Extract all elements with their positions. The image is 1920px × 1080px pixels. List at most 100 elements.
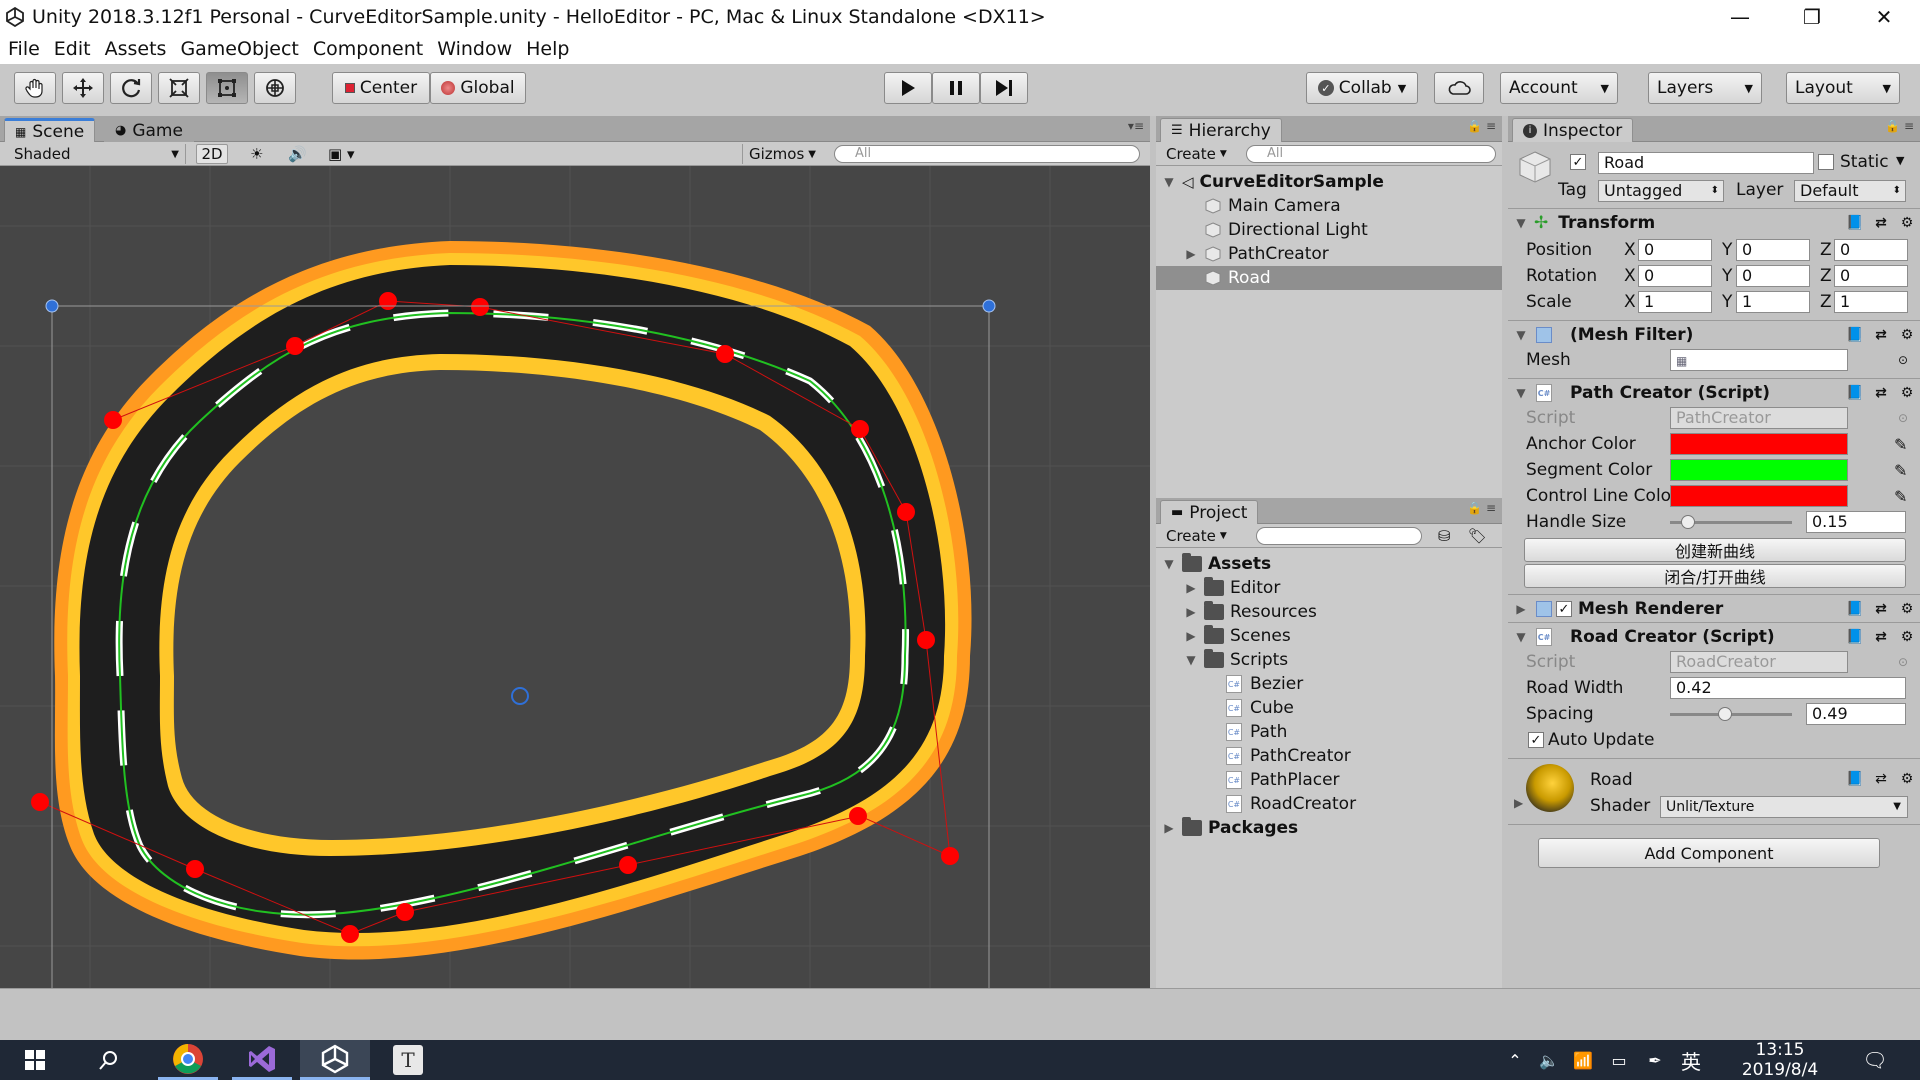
- expand-arrow-icon[interactable]: ▼: [1514, 216, 1528, 230]
- help-book-icon[interactable]: 📘: [1846, 326, 1864, 344]
- ime-indicator[interactable]: 英: [1674, 1040, 1708, 1080]
- rotate-tool-icon[interactable]: [110, 72, 152, 104]
- mesh-renderer-header[interactable]: ▶ ✓ Mesh Renderer 📘 ⇄ ⚙: [1508, 596, 1920, 622]
- tab-hierarchy[interactable]: ☰ Hierarchy: [1160, 118, 1282, 142]
- mesh-renderer-enabled-checkbox[interactable]: ✓: [1556, 601, 1572, 617]
- project-script-path[interactable]: C# Path: [1156, 720, 1502, 744]
- panel-menu-icon[interactable]: ▾≡: [1128, 119, 1144, 133]
- expand-arrow-icon[interactable]: ▶: [1514, 602, 1528, 616]
- menu-file[interactable]: File: [8, 38, 40, 60]
- expand-arrow-icon[interactable]: ▶: [1184, 247, 1198, 261]
- settings-gear-icon[interactable]: ⚙: [1898, 326, 1916, 344]
- text-editor-icon[interactable]: T: [378, 1040, 438, 1080]
- menu-assets[interactable]: Assets: [105, 38, 167, 60]
- layers-dropdown[interactable]: Layers ▼: [1648, 72, 1762, 104]
- help-book-icon[interactable]: 📘: [1846, 628, 1864, 646]
- scale-y-input[interactable]: 1: [1736, 291, 1810, 313]
- help-book-icon[interactable]: 📘: [1846, 770, 1864, 788]
- transform-tool-icon[interactable]: [254, 72, 296, 104]
- expand-arrow-icon[interactable]: ▼: [1514, 328, 1528, 342]
- project-script-roadcreator[interactable]: C# RoadCreator: [1156, 792, 1502, 816]
- create-new-curve-button[interactable]: 创建新曲线: [1524, 538, 1906, 562]
- close-button[interactable]: ✕: [1848, 0, 1920, 34]
- audio-toggle-icon[interactable]: 🔊: [282, 144, 313, 164]
- menu-component[interactable]: Component: [313, 38, 423, 60]
- preset-icon[interactable]: ⇄: [1872, 214, 1890, 232]
- layer-dropdown[interactable]: Default ⬍: [1794, 180, 1906, 202]
- tag-dropdown[interactable]: Untagged ⬍: [1598, 180, 1724, 202]
- settings-gear-icon[interactable]: ⚙: [1898, 384, 1916, 402]
- lighting-toggle-icon[interactable]: ☀: [244, 144, 269, 164]
- mesh-object-field[interactable]: ▦: [1670, 349, 1848, 371]
- rotation-z-input[interactable]: 0: [1834, 265, 1908, 287]
- tab-project[interactable]: ▬ Project: [1160, 500, 1259, 524]
- filter-type-icon[interactable]: ⛁: [1432, 526, 1457, 546]
- transform-header[interactable]: ▼ ✢ Transform 📘 ⇄ ⚙: [1508, 210, 1920, 236]
- battery-icon[interactable]: ▭: [1602, 1040, 1636, 1080]
- auto-update-checkbox[interactable]: ✓: [1528, 732, 1544, 748]
- hierarchy-item-road[interactable]: Road: [1156, 266, 1502, 290]
- preset-icon[interactable]: ⇄: [1872, 326, 1890, 344]
- expand-arrow-icon[interactable]: ▼: [1514, 630, 1528, 644]
- eyedropper-icon[interactable]: ✎: [1894, 435, 1907, 454]
- visual-studio-icon[interactable]: [232, 1040, 292, 1080]
- menu-help[interactable]: Help: [526, 38, 569, 60]
- maximize-button[interactable]: ❐: [1776, 0, 1848, 34]
- scale-x-input[interactable]: 1: [1638, 291, 1712, 313]
- control-line-color-swatch[interactable]: [1670, 485, 1848, 507]
- handle-size-input[interactable]: 0.15: [1806, 511, 1906, 533]
- expand-arrow-icon[interactable]: ▼: [1162, 175, 1176, 189]
- shading-dropdown[interactable]: Shaded ▼: [8, 144, 186, 164]
- mesh-filter-header[interactable]: ▼ (Mesh Filter) 📘 ⇄ ⚙: [1508, 322, 1920, 348]
- move-tool-icon[interactable]: [62, 72, 104, 104]
- position-z-input[interactable]: 0: [1834, 239, 1908, 261]
- project-assets-row[interactable]: ▼ Assets: [1156, 552, 1502, 576]
- hierarchy-scene-row[interactable]: ▼ ◁ CurveEditorSample: [1156, 170, 1502, 194]
- position-x-input[interactable]: 0: [1638, 239, 1712, 261]
- hierarchy-item-main-camera[interactable]: Main Camera: [1156, 194, 1502, 218]
- eyedropper-icon[interactable]: ✎: [1894, 461, 1907, 480]
- settings-gear-icon[interactable]: ⚙: [1898, 214, 1916, 232]
- toggle-closed-curve-button[interactable]: 闭合/打开曲线: [1524, 564, 1906, 588]
- tab-inspector[interactable]: i Inspector: [1512, 118, 1634, 142]
- project-folder-editor[interactable]: ▶ Editor: [1156, 576, 1502, 600]
- expand-arrow-icon[interactable]: ▶: [1184, 581, 1198, 595]
- toggle-2d-button[interactable]: 2D: [196, 144, 228, 164]
- unity-taskbar-icon[interactable]: [300, 1040, 370, 1080]
- settings-gear-icon[interactable]: ⚙: [1898, 600, 1916, 618]
- effects-toggle-icon[interactable]: ▣ ▾: [322, 144, 360, 164]
- scene-search-input[interactable]: All: [834, 145, 1140, 163]
- gizmos-dropdown[interactable]: Gizmos ▼: [742, 144, 820, 164]
- add-component-button[interactable]: Add Component: [1538, 838, 1880, 868]
- hierarchy-item-pathcreator[interactable]: ▶ PathCreator: [1156, 242, 1502, 266]
- hand-tool-icon[interactable]: [14, 72, 56, 104]
- project-folder-scripts[interactable]: ▼ Scripts: [1156, 648, 1502, 672]
- project-script-cube[interactable]: C# Cube: [1156, 696, 1502, 720]
- expand-arrow-icon[interactable]: ▼: [1184, 653, 1198, 667]
- handle-size-slider-thumb[interactable]: [1681, 515, 1696, 529]
- shader-dropdown[interactable]: Unlit/Texture ▼: [1660, 796, 1908, 818]
- static-checkbox[interactable]: [1818, 154, 1834, 170]
- search-icon[interactable]: [84, 1040, 134, 1080]
- help-book-icon[interactable]: 📘: [1846, 214, 1864, 232]
- settings-gear-icon[interactable]: ⚙: [1898, 628, 1916, 646]
- lock-icon[interactable]: 🔒 ≡: [1467, 119, 1496, 133]
- expand-arrow-icon[interactable]: ▶: [1184, 605, 1198, 619]
- spacing-slider-track[interactable]: [1670, 707, 1792, 721]
- project-script-bezier[interactable]: C# Bezier: [1156, 672, 1502, 696]
- object-picker-icon[interactable]: ⊙: [1898, 353, 1908, 367]
- account-dropdown[interactable]: Account ▼: [1500, 72, 1618, 104]
- tray-chevron-icon[interactable]: ⌃: [1500, 1040, 1530, 1080]
- preset-icon[interactable]: ⇄: [1872, 770, 1890, 788]
- project-script-pathplacer[interactable]: C# PathPlacer: [1156, 768, 1502, 792]
- help-book-icon[interactable]: 📘: [1846, 600, 1864, 618]
- hierarchy-search-input[interactable]: All: [1246, 145, 1496, 163]
- cloud-button[interactable]: [1434, 72, 1484, 104]
- collab-dropdown[interactable]: ✓ Collab ▼: [1306, 72, 1418, 104]
- rotation-x-input[interactable]: 0: [1638, 265, 1712, 287]
- scene-viewport[interactable]: [0, 166, 1150, 988]
- hierarchy-item-directional-light[interactable]: Directional Light: [1156, 218, 1502, 242]
- preset-icon[interactable]: ⇄: [1872, 384, 1890, 402]
- lock-icon[interactable]: 🔒 ≡: [1467, 501, 1496, 515]
- eyedropper-icon[interactable]: ✎: [1894, 487, 1907, 506]
